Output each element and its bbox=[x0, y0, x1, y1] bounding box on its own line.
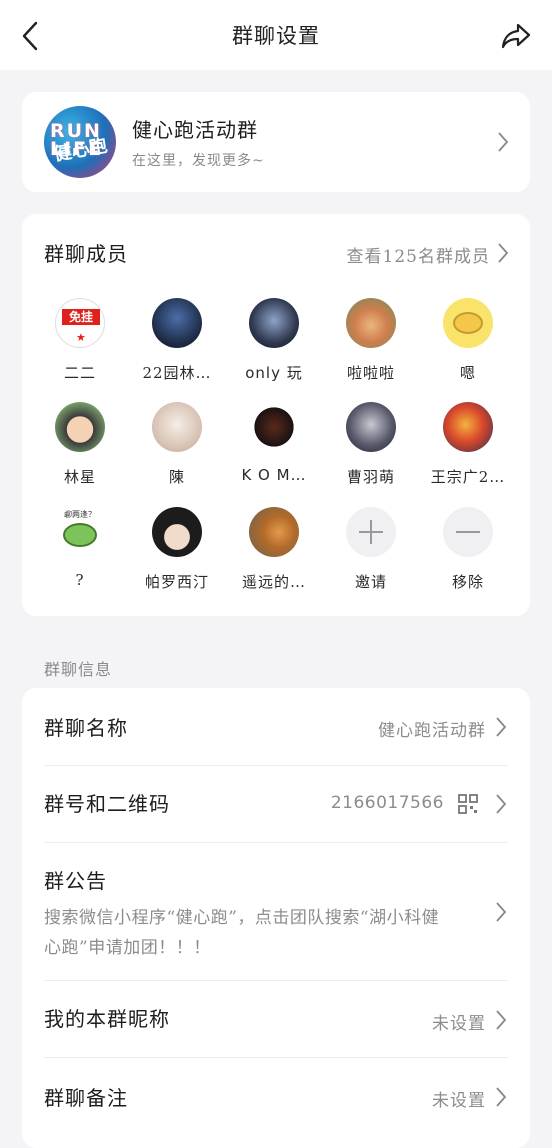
group-info-card: 群聊名称 健心跑活动群 群号和二维码 2166017566 群公告 搜索微信小程… bbox=[22, 688, 530, 1148]
member-item[interactable]: 王宗广2… bbox=[420, 402, 516, 502]
member-avatar bbox=[152, 507, 202, 557]
group-notice-line: 心跑”申请加团！！！ bbox=[44, 938, 211, 958]
chevron-right-icon bbox=[494, 793, 508, 815]
star-icon: ★ bbox=[76, 331, 86, 344]
member-name: 王宗广2… bbox=[430, 468, 506, 486]
remove-member-button[interactable]: 移除 bbox=[420, 507, 516, 607]
member-item[interactable]: 陳 bbox=[129, 402, 225, 502]
group-name-value: 健心跑活动群 bbox=[378, 721, 486, 741]
member-name: 嗯 bbox=[459, 364, 476, 382]
my-nickname-row[interactable]: 我的本群昵称 未设置 bbox=[44, 981, 508, 1058]
share-button[interactable] bbox=[496, 16, 536, 56]
group-remark-value: 未设置 bbox=[432, 1091, 486, 1111]
group-id-label: 群号和二维码 bbox=[44, 792, 170, 816]
member-avatar bbox=[249, 298, 299, 348]
chevron-right-icon[interactable] bbox=[496, 242, 510, 264]
members-card: 群聊成员 查看125名群成员 免挂 ★ 二二 22园林… only 玩 啦啦啦 … bbox=[22, 214, 530, 616]
member-name: ? bbox=[75, 571, 85, 589]
my-nickname-value: 未设置 bbox=[432, 1014, 486, 1034]
member-item[interactable]: 22园林… bbox=[129, 298, 225, 398]
my-nickname-label: 我的本群昵称 bbox=[44, 1007, 170, 1031]
group-notice-label: 群公告 bbox=[44, 869, 107, 893]
member-item[interactable]: 嗯 bbox=[420, 298, 516, 398]
minus-icon bbox=[443, 507, 493, 557]
member-name: 二二 bbox=[63, 364, 96, 382]
invite-member-button[interactable]: 邀请 bbox=[323, 507, 419, 607]
chevron-right-icon bbox=[494, 716, 508, 738]
group-notice-row[interactable]: 群公告 搜索微信小程序“健心跑”，点击团队搜索“湖小科健 心跑”申请加团！！！ bbox=[44, 843, 508, 981]
chevron-right-icon bbox=[494, 1086, 508, 1108]
chevron-right-icon bbox=[496, 131, 510, 153]
chevron-right-icon bbox=[494, 1009, 508, 1031]
member-avatar: 免挂 ★ bbox=[55, 298, 105, 348]
member-avatar bbox=[249, 402, 299, 452]
member-item[interactable]: 遥远的… bbox=[226, 507, 322, 607]
member-item[interactable]: 林星 bbox=[32, 402, 128, 502]
duck-face-icon bbox=[453, 312, 483, 334]
chevron-right-icon bbox=[494, 901, 508, 923]
frog-icon bbox=[63, 523, 97, 547]
member-name: K O M… bbox=[241, 466, 307, 484]
member-name: 遥远的… bbox=[241, 573, 306, 591]
member-item[interactable]: 帕罗西汀 bbox=[129, 507, 225, 607]
group-name-row[interactable]: 群聊名称 健心跑活动群 bbox=[44, 688, 508, 766]
member-name: 帕罗西汀 bbox=[144, 573, 209, 591]
group-name-label: 群聊名称 bbox=[44, 716, 128, 740]
group-profile-card[interactable]: RUN LIFE 健心跑 健心跑活动群 在这里，发现更多~ bbox=[22, 92, 530, 192]
members-title: 群聊成员 bbox=[44, 242, 128, 266]
member-name: 曹羽萌 bbox=[346, 468, 395, 486]
group-id-qrcode-row[interactable]: 群号和二维码 2166017566 bbox=[44, 766, 508, 843]
member-name: only 玩 bbox=[245, 364, 303, 382]
top-bar: 群聊设置 bbox=[0, 0, 552, 70]
member-name: 22园林… bbox=[142, 364, 212, 382]
invite-label: 邀请 bbox=[354, 573, 387, 591]
member-item[interactable]: 免挂 ★ 二二 bbox=[32, 298, 128, 398]
view-all-members-link[interactable]: 查看125名群成员 bbox=[347, 242, 490, 267]
remove-label: 移除 bbox=[451, 573, 484, 591]
qrcode-icon bbox=[458, 794, 478, 814]
member-avatar bbox=[443, 402, 493, 452]
member-name: 陳 bbox=[168, 468, 185, 486]
member-item[interactable]: only 玩 bbox=[226, 298, 322, 398]
member-item[interactable]: K O M… bbox=[226, 402, 322, 502]
avatar-caption: 聊两逢？ bbox=[64, 510, 96, 519]
member-avatar bbox=[55, 402, 105, 452]
member-avatar bbox=[249, 507, 299, 557]
group-notice-text: 搜索微信小程序“健心跑”，点击团队搜索“湖小科健 心跑”申请加团！！！ bbox=[44, 903, 488, 963]
group-remark-row[interactable]: 群聊备注 未设置 bbox=[44, 1058, 508, 1138]
member-item[interactable]: 啦啦啦 bbox=[323, 298, 419, 398]
member-avatar bbox=[443, 298, 493, 348]
group-remark-label: 群聊备注 bbox=[44, 1086, 128, 1110]
member-name: 林星 bbox=[63, 468, 96, 486]
section-label-group-info: 群聊信息 bbox=[44, 660, 113, 679]
page-title: 群聊设置 bbox=[232, 24, 320, 48]
member-avatar bbox=[346, 298, 396, 348]
plus-icon bbox=[346, 507, 396, 557]
group-avatar: RUN LIFE 健心跑 bbox=[44, 106, 116, 178]
member-item[interactable]: 聊两逢？ ? bbox=[32, 507, 128, 607]
member-avatar bbox=[152, 402, 202, 452]
group-notice-line: 搜索微信小程序“健心跑”，点击团队搜索“湖小科健 bbox=[44, 908, 440, 928]
group-id-value: 2166017566 bbox=[330, 793, 444, 813]
member-avatar: 聊两逢？ bbox=[55, 507, 105, 557]
member-avatar bbox=[346, 402, 396, 452]
member-avatar bbox=[152, 298, 202, 348]
group-name: 健心跑活动群 bbox=[132, 118, 258, 142]
share-icon bbox=[501, 23, 531, 49]
avatar-badge-text: 免挂 bbox=[62, 309, 100, 325]
member-name: 啦啦啦 bbox=[346, 364, 395, 382]
group-subtitle: 在这里，发现更多~ bbox=[132, 153, 265, 169]
member-item[interactable]: 曹羽萌 bbox=[323, 402, 419, 502]
